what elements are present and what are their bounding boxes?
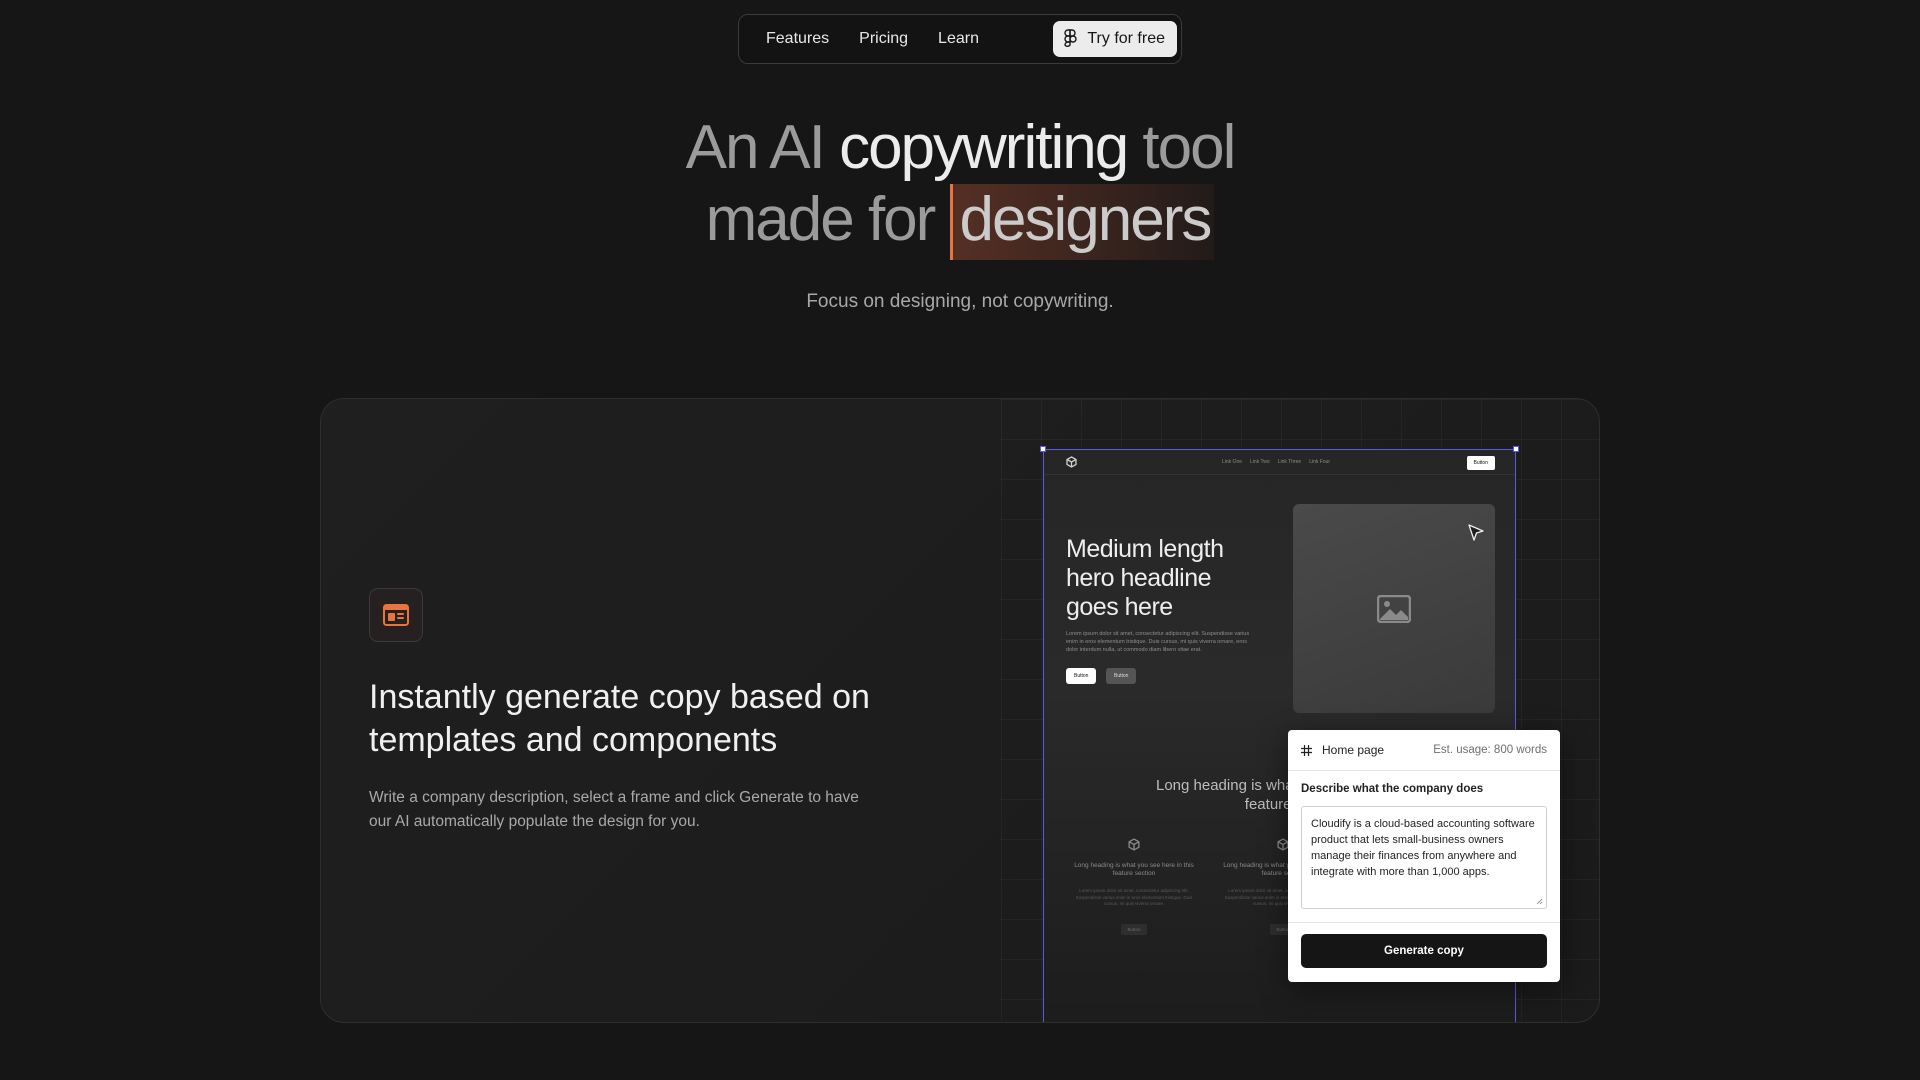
plugin-panel: Home page Est. usage: 800 words Describe… <box>1288 730 1560 982</box>
mock-column-text: Lorem ipsum dolor sit amet, consectetur … <box>1075 888 1193 906</box>
resize-handle-icon[interactable] <box>1536 898 1543 905</box>
hero-highlight: designers <box>949 184 1215 260</box>
hero-line1-bright: copywriting <box>839 113 1129 182</box>
nav-link-learn[interactable]: Learn <box>923 30 994 48</box>
selection-handle[interactable] <box>1513 446 1519 452</box>
try-for-free-label: Try for free <box>1087 30 1165 47</box>
cursor-icon <box>1468 524 1484 541</box>
mock-link[interactable]: Link Two <box>1250 459 1270 465</box>
mock-column-title: Long heading is what you see here in thi… <box>1074 862 1194 877</box>
top-nav: Features Pricing Learn Try for free <box>738 14 1182 64</box>
mock-column-button[interactable]: Button <box>1121 923 1147 935</box>
feature-card: Instantly generate copy based on templat… <box>320 398 1600 1023</box>
frame-icon <box>1301 744 1312 756</box>
nav-link-pricing[interactable]: Pricing <box>844 30 923 48</box>
template-icon <box>369 588 423 642</box>
mock-paragraph: Lorem ipsum dolor sit amet, consectetur … <box>1066 631 1250 653</box>
selection-handle[interactable] <box>1040 446 1046 452</box>
feature-description: Write a company description, select a fr… <box>369 789 859 830</box>
mock-nav-links: Link One Link Two Link Three Link Four <box>1222 459 1330 465</box>
hero-headline: An AI copywriting tool made for designer… <box>0 112 1920 260</box>
panel-header: Home page Est. usage: 800 words <box>1288 730 1560 771</box>
hero-subtitle: Focus on designing, not copywriting. <box>806 291 1114 312</box>
panel-divider <box>1288 922 1560 923</box>
nav-link-features[interactable]: Features <box>751 30 844 48</box>
image-icon <box>1377 594 1411 623</box>
mock-headline: Medium length hero headline goes here <box>1066 535 1224 621</box>
generate-copy-button[interactable]: Generate copy <box>1301 934 1547 968</box>
mock-navbar: Link One Link Two Link Three Link Four B… <box>1044 450 1515 475</box>
description-label: Describe what the company does <box>1301 783 1484 795</box>
hero-line2-start: made for <box>705 185 937 254</box>
mock-image-placeholder <box>1293 504 1495 713</box>
company-description-text: Cloudify is a cloud-based accounting sof… <box>1311 818 1535 878</box>
figma-icon <box>1064 29 1078 47</box>
hero-line1-dim: An AI <box>685 113 826 182</box>
company-description-input[interactable]: Cloudify is a cloud-based accounting sof… <box>1301 806 1547 909</box>
feature-title: Instantly generate copy based on templat… <box>369 678 870 759</box>
hero-line1-end: tool <box>1142 113 1236 182</box>
mock-nav-button[interactable]: Button <box>1466 456 1495 470</box>
mock-secondary-button[interactable]: Button <box>1106 668 1137 684</box>
mock-logo-icon <box>1066 456 1077 468</box>
try-for-free-button[interactable]: Try for free <box>1053 21 1177 57</box>
mock-link[interactable]: Link Three <box>1278 459 1302 465</box>
page-name: Home page <box>1322 743 1385 757</box>
mock-primary-button[interactable]: Button <box>1066 668 1097 684</box>
mock-feature-column: Long heading is what you see here in thi… <box>1069 838 1199 936</box>
mock-link[interactable]: Link One <box>1222 459 1242 465</box>
hero-highlight-word: designers <box>959 185 1213 254</box>
usage-estimate: Est. usage: 800 words <box>1433 744 1547 756</box>
mock-link[interactable]: Link Four <box>1309 459 1330 465</box>
mock-cube-icon <box>1128 838 1140 851</box>
